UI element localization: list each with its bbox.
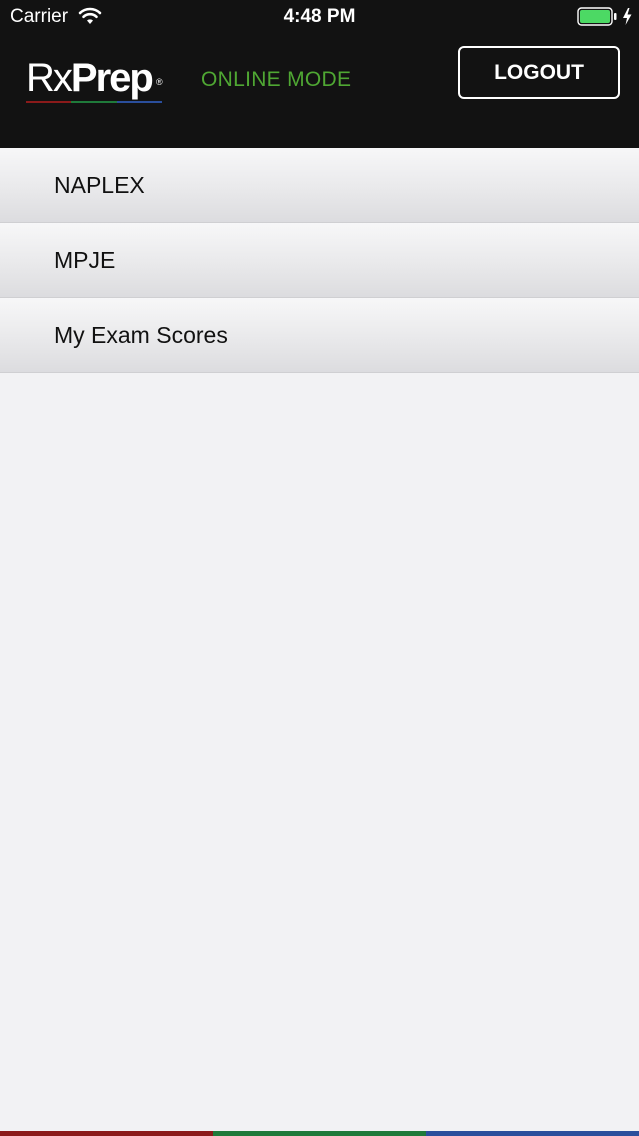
status-time: 4:48 PM [283, 6, 356, 27]
status-bar: Carrier 4:48 PM [0, 0, 639, 34]
menu-item-naplex[interactable]: NAPLEX [0, 148, 639, 223]
main-menu: NAPLEX MPJE My Exam Scores [0, 148, 639, 373]
rxprep-logo: RxPrep ® [26, 56, 163, 100]
mode-indicator: ONLINE MODE [201, 68, 352, 91]
logout-button[interactable]: LOGOUT [458, 46, 620, 99]
app-header: Carrier 4:48 PM RxPrep ® ONLINE MODE LOGO… [0, 0, 639, 148]
battery-icon [577, 7, 617, 26]
menu-item-mpje[interactable]: MPJE [0, 223, 639, 298]
menu-item-label: My Exam Scores [54, 322, 228, 348]
menu-item-my-exam-scores[interactable]: My Exam Scores [0, 298, 639, 373]
menu-item-label: MPJE [54, 247, 116, 273]
charging-bolt-icon [623, 8, 632, 25]
menu-item-label: NAPLEX [54, 172, 145, 198]
logo-underline [26, 101, 162, 103]
brand-color-bar [0, 1131, 639, 1136]
